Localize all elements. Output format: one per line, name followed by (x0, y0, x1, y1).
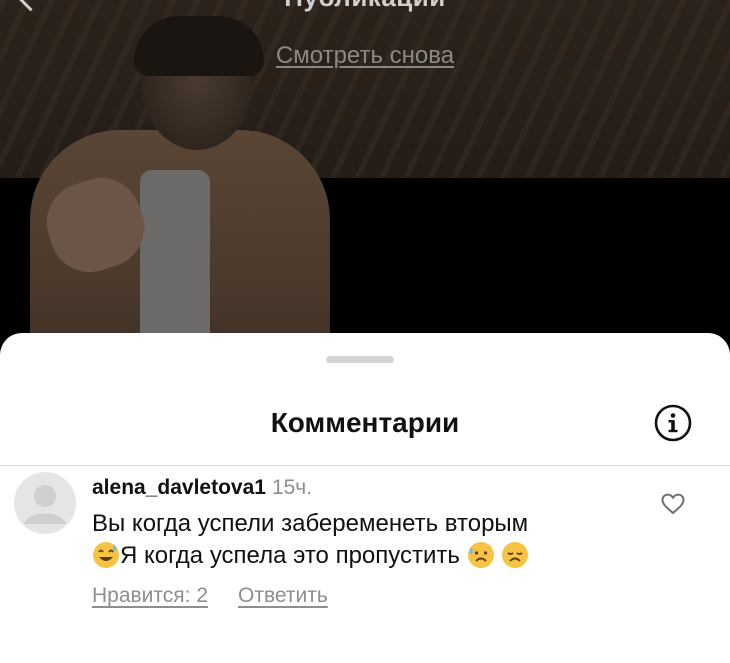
comment-text-line1: Вы когда успели забеременеть вторым (92, 510, 529, 537)
info-icon[interactable] (654, 404, 692, 442)
comment-item: alena_davletova1 15ч. Вы когда успели заб… (0, 466, 730, 646)
comment-text-line2-wrap: Я когда успела это пропустить (92, 540, 632, 572)
comment-time: 15ч. (271, 476, 313, 499)
comments-sheet: Комментарии alena_davletova1 15ч. Вы когд… (0, 333, 730, 663)
comment-actions: Нравится: 2 Ответить (92, 584, 328, 608)
comment-header: alena_davletova1 15ч. (92, 476, 312, 500)
avatar[interactable] (14, 472, 76, 534)
comment-text-line2: Я когда успела это пропустить (120, 542, 460, 569)
person-image (30, 16, 330, 370)
video-background[interactable]: Публикации Смотреть снова (0, 0, 730, 370)
sad-sweat-emoji-icon (467, 542, 494, 568)
comment-text: Вы когда успели забеременеть вторым Я ко… (92, 508, 632, 572)
default-avatar-icon (14, 472, 76, 534)
sheet-grabber[interactable] (326, 356, 394, 363)
sweat-smile-emoji-icon (93, 542, 119, 568)
watch-again-link[interactable]: Смотреть снова (0, 42, 730, 70)
page-title: Публикации (0, 0, 730, 13)
likes-count-link[interactable]: Нравится: 2 (92, 584, 208, 607)
comment-username[interactable]: alena_davletova1 (92, 476, 266, 499)
sad-emoji-icon (502, 542, 529, 568)
heart-icon[interactable] (661, 493, 685, 515)
sheet-title: Комментарии (270, 407, 460, 438)
reply-button[interactable]: Ответить (238, 584, 328, 607)
